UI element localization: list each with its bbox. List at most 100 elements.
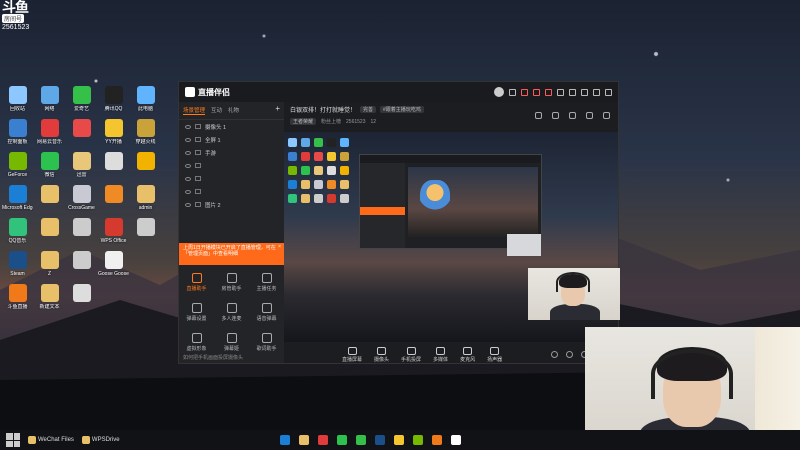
desktop-icon[interactable]: Z [34,251,65,284]
desktop-icon[interactable] [66,284,97,317]
scene-item[interactable]: 摄像头 1 [179,120,284,133]
tool-button[interactable]: 房管助手 [214,267,249,297]
tool-button[interactable]: 语音弹幕 [249,297,284,327]
gift-icon[interactable] [545,88,552,96]
camera-button[interactable]: 摄像头 [374,346,389,363]
tool-button[interactable]: 主播任务 [249,267,284,297]
scene-item[interactable] [179,172,284,185]
pinned-app-icon[interactable] [356,435,366,445]
desktop-icon[interactable]: 回收站 [2,86,33,119]
settings-icon[interactable] [557,88,564,96]
share-icon[interactable] [535,112,542,119]
media-button[interactable]: 多媒体 [433,346,448,363]
eye-icon[interactable] [185,163,191,168]
tab-scenes[interactable]: 场景管理 [183,106,206,115]
pinned-app-icon[interactable] [318,435,328,445]
desktop-icon[interactable]: Microsoft Edge [2,185,33,218]
desktop-icon[interactable]: 微信 [34,152,65,185]
desktop-icon[interactable]: QQ音乐 [2,218,33,251]
desktop-icon[interactable]: Steam [2,251,33,284]
tool-button[interactable]: 歌词助手 [249,327,284,357]
desktop-icon[interactable] [130,218,161,251]
close-icon[interactable]: × [278,244,281,250]
tool-button[interactable]: 多人连麦 [214,297,249,327]
message-icon[interactable] [533,88,540,96]
room-tag[interactable]: #跟着主播玩吃鸡 [380,106,424,113]
desktop-icon[interactable] [34,218,65,251]
desktop-icon[interactable] [98,152,129,185]
desktop-icon[interactable]: Goose Goose Duck [98,251,129,284]
desktop-icon[interactable]: 此电脑 [130,86,161,119]
phone-cast-button[interactable]: 手机投屏 [401,346,421,363]
menu-icon[interactable] [569,88,576,96]
tool-button[interactable]: 虚拟形象 [179,327,214,357]
help-icon[interactable] [566,351,573,358]
bell-icon[interactable] [586,112,593,119]
pinned-app-icon[interactable] [375,435,385,445]
settings-icon[interactable] [603,112,610,119]
screen-capture-button[interactable]: 直播屏幕 [342,346,362,363]
desktop-icon[interactable]: 腾讯QQ [98,86,129,119]
desktop-icon[interactable] [130,251,161,284]
desktop-icon[interactable]: GeForce [2,152,33,185]
eye-icon[interactable] [185,202,191,207]
speaker-button[interactable]: 扬声器 [487,346,502,363]
desktop-icon[interactable] [66,119,97,152]
eye-icon[interactable] [185,189,191,194]
headset-icon[interactable] [509,88,516,96]
category-tag[interactable]: 王者荣耀 [290,118,317,125]
desktop-icon[interactable]: 穿越火线 [130,119,161,152]
desktop-icon[interactable] [66,251,97,284]
pinned-app-icon[interactable] [337,435,347,445]
room-tag[interactable]: 完善 [360,106,377,113]
desktop-icon[interactable]: 迅雷 [66,152,97,185]
maximize-icon[interactable] [593,88,600,96]
scene-item[interactable]: 全屏 1 [179,133,284,146]
desktop-icon[interactable]: 新建文本 [34,284,65,317]
scene-item[interactable]: 图片 2 [179,198,284,211]
eye-icon[interactable] [185,137,191,142]
pinned-app-icon[interactable] [451,435,461,445]
desktop-icon[interactable]: 斗鱼直播 [2,284,33,317]
desktop-icon[interactable]: YY开播 [98,119,129,152]
desktop-icon[interactable]: 控制面板 [2,119,33,152]
pinned-app-icon[interactable] [280,435,290,445]
room-title[interactable]: 白银双排！打打就睡觉！ [290,105,356,114]
desktop-icon[interactable]: 网络 [34,86,65,119]
desktop-icon[interactable] [66,218,97,251]
scene-item[interactable] [179,185,284,198]
desktop-icon[interactable]: CrossGame [66,185,97,218]
gift-icon[interactable] [569,112,576,119]
taskbar-app-wpsdrive[interactable]: WPSDrive [81,436,120,444]
tool-button[interactable]: 弹幕设置 [179,297,214,327]
pinned-app-icon[interactable] [394,435,404,445]
taskbar-app-wechat-files[interactable]: WeChat Files [28,436,74,444]
windows-start-icon[interactable] [6,433,20,447]
user-avatar[interactable] [494,87,504,97]
bag-icon[interactable] [552,112,559,119]
eye-icon[interactable] [185,124,191,129]
desktop-icon[interactable] [34,185,65,218]
desktop-icon[interactable]: WPS Office [98,218,129,251]
video-icon[interactable] [551,351,558,358]
eye-icon[interactable] [185,176,191,181]
pinned-app-icon[interactable] [299,435,309,445]
desktop-icon[interactable]: admin [130,185,161,218]
sidebar-footer-link[interactable]: 如何把手机画面投屏摄像头 [183,354,243,361]
desktop-icon[interactable]: 网易云音乐 [34,119,65,152]
tool-button[interactable]: 弹幕姬 [214,327,249,357]
tab-gifts[interactable]: 礼物 [228,106,239,115]
pinned-app-icon[interactable] [432,435,442,445]
record-icon[interactable] [521,88,528,96]
scene-item[interactable]: 手游 [179,146,284,159]
add-scene-icon[interactable]: + [275,105,280,115]
minimize-icon[interactable] [581,88,588,96]
tab-interact[interactable]: 互动 [211,106,222,115]
eye-icon[interactable] [185,150,191,155]
scene-item[interactable] [179,159,284,172]
pinned-app-icon[interactable] [413,435,423,445]
desktop-icon[interactable] [98,185,129,218]
desktop-icon[interactable]: 爱奇艺 [66,86,97,119]
desktop-icon[interactable] [130,152,161,185]
tool-button[interactable]: 直播助手 [179,267,214,297]
